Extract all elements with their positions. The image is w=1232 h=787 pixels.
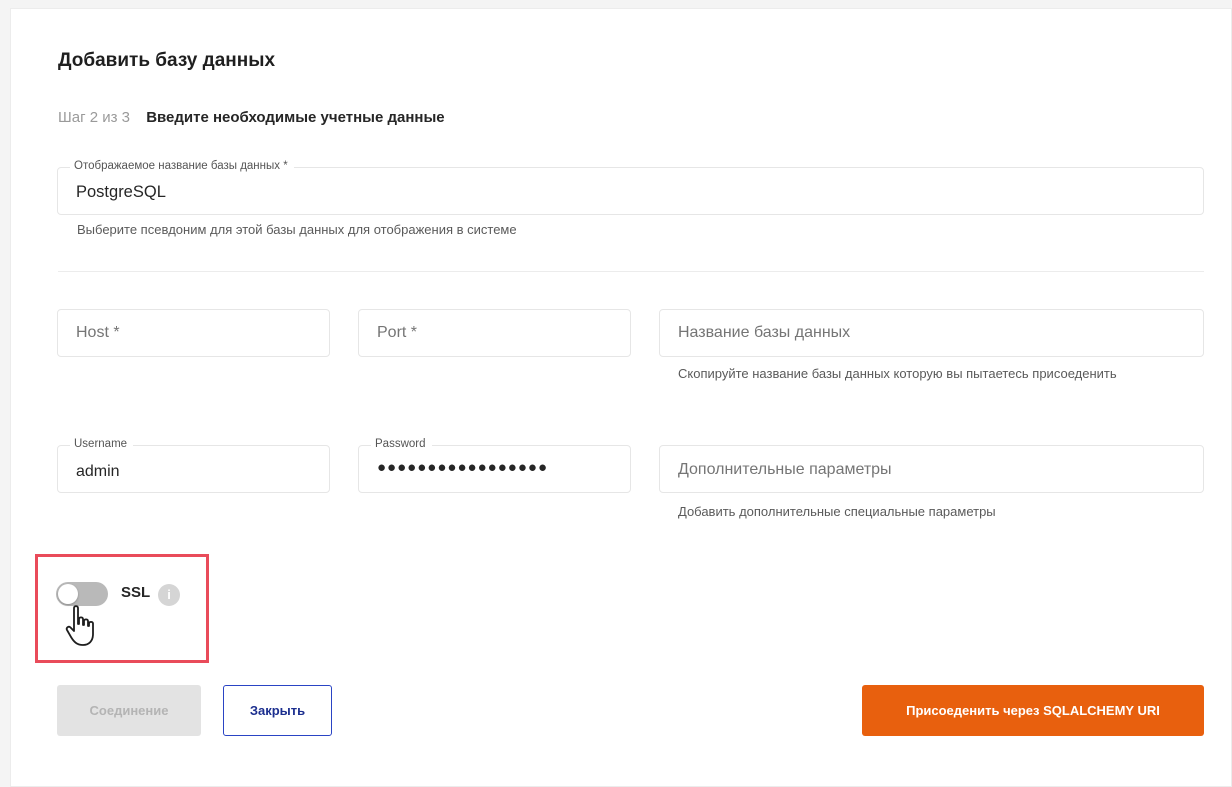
database-name-placeholder: Название базы данных: [678, 324, 851, 341]
ssl-toggle-knob[interactable]: [58, 584, 78, 604]
connect-button[interactable]: Соединение: [57, 685, 201, 736]
host-placeholder: Host *: [76, 324, 120, 341]
password-label: Password: [371, 438, 432, 450]
close-button[interactable]: Закрыть: [223, 685, 332, 736]
username-field[interactable]: Username admin: [57, 438, 330, 493]
info-icon[interactable]: i: [158, 584, 180, 606]
dialog-title: Добавить базу данных: [58, 50, 276, 71]
password-value: ●●●●●●●●●●●●●●●●●: [377, 459, 549, 476]
username-label: Username: [70, 438, 134, 450]
connect-via-sqlalchemy-uri-button[interactable]: Присоеденить через SQLALCHEMY URI: [862, 685, 1204, 736]
database-name-field[interactable]: Название базы данных: [659, 309, 1204, 357]
display-name-field[interactable]: Отображаемое название базы данных * Post…: [57, 160, 1204, 215]
ssl-toggle[interactable]: [56, 582, 108, 606]
ssl-label: SSL: [121, 584, 151, 601]
extra-params-helper: Добавить дополнительные специальные пара…: [678, 504, 996, 519]
display-name-helper: Выберите псевдоним для этой базы данных …: [77, 222, 517, 237]
step-description: Введите необходимые учетные данные: [146, 109, 445, 126]
step-indicator: Шаг 2 из 3 Введите необходимые учетные д…: [58, 109, 445, 126]
host-field[interactable]: Host *: [57, 309, 330, 357]
extra-params-placeholder: Дополнительные параметры: [678, 461, 892, 478]
port-placeholder: Port *: [377, 324, 418, 341]
extra-params-field[interactable]: Дополнительные параметры: [659, 445, 1204, 493]
ssl-highlight-box: [35, 554, 209, 663]
database-name-helper: Скопируйте название базы данных которую …: [678, 366, 1117, 381]
step-count: Шаг 2 из 3: [58, 109, 131, 126]
display-name-value: PostgreSQL: [76, 183, 166, 201]
hand-pointer-icon: [65, 605, 94, 646]
password-field[interactable]: Password ●●●●●●●●●●●●●●●●●: [358, 438, 631, 493]
port-field[interactable]: Port *: [358, 309, 631, 357]
display-name-label: Отображаемое название базы данных *: [70, 160, 294, 172]
username-value: admin: [76, 463, 120, 480]
section-divider: [58, 271, 1204, 272]
